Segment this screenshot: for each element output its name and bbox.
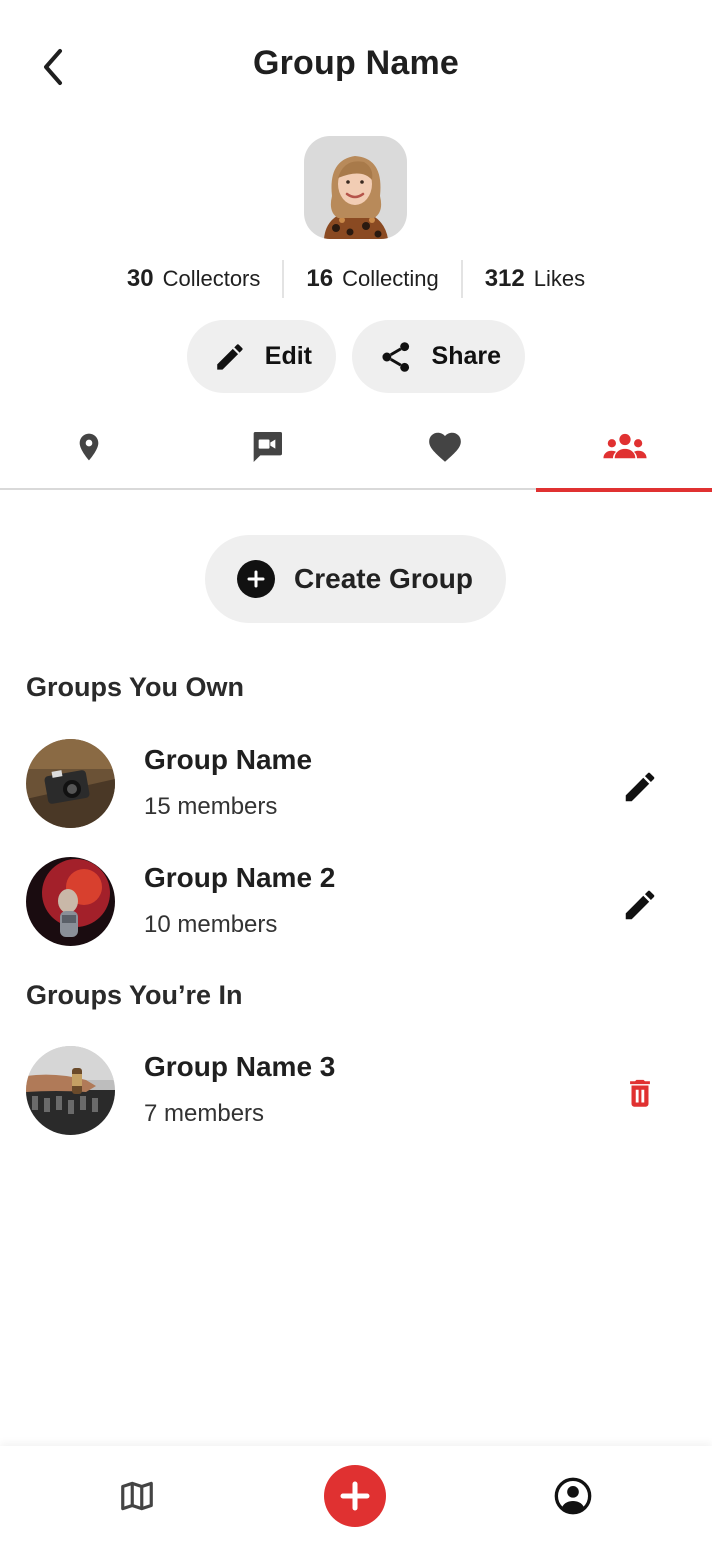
stat-value: 30 xyxy=(126,265,154,292)
group-row[interactable]: Group Name 3 7 members xyxy=(0,1046,712,1136)
stat-label: Collecting xyxy=(342,266,439,291)
group-name: Group Name 3 xyxy=(144,1051,336,1082)
plus-circle-icon xyxy=(237,560,275,598)
profile-stats: 30 Collectors 16 Collecting 312 Likes xyxy=(0,258,712,300)
group-thumbnail xyxy=(26,739,115,828)
group-row[interactable]: Group Name 15 members xyxy=(0,739,712,829)
create-group-label: Create Group xyxy=(294,563,473,594)
pencil-icon xyxy=(217,343,243,370)
group-row[interactable]: Group Name 2 10 members xyxy=(0,857,712,947)
share-button[interactable]: Share xyxy=(352,320,525,393)
header: Group Name xyxy=(0,0,712,132)
stat-label: Collectors xyxy=(162,266,261,291)
profile-tabs xyxy=(0,404,712,492)
group-members: 15 members xyxy=(144,793,278,820)
group-members: 10 members xyxy=(144,911,278,938)
section-title-own: Groups You Own xyxy=(26,672,245,702)
tab-videos[interactable] xyxy=(178,404,356,490)
avatar[interactable] xyxy=(304,136,407,239)
edit-label: Edit xyxy=(264,342,312,370)
location-pin-icon xyxy=(79,433,99,461)
stat-value: 16 xyxy=(306,265,334,292)
leave-group-button[interactable] xyxy=(616,1070,664,1118)
video-icon xyxy=(253,432,282,462)
pencil-icon xyxy=(625,890,655,920)
create-group-button[interactable]: Create Group xyxy=(205,535,506,623)
account-circle-icon xyxy=(554,1477,592,1515)
pencil-icon xyxy=(625,772,655,802)
nav-map[interactable] xyxy=(104,1446,170,1546)
heart-icon xyxy=(429,432,461,462)
trash-icon xyxy=(630,1079,650,1107)
add-fab xyxy=(324,1465,386,1527)
nav-add[interactable] xyxy=(324,1446,386,1546)
group-thumbnail xyxy=(26,857,115,946)
edit-button[interactable]: Edit xyxy=(187,320,336,393)
plus-icon xyxy=(340,1481,370,1511)
group-members: 7 members xyxy=(144,1100,265,1127)
edit-group-button[interactable] xyxy=(616,763,664,811)
page-title: Group Name xyxy=(252,44,460,82)
share-icon xyxy=(382,341,410,372)
stat-collectors[interactable]: 30 Collectors xyxy=(105,265,283,293)
stat-value: 312 xyxy=(484,265,525,292)
tab-favorites[interactable] xyxy=(356,404,534,490)
avatar-image xyxy=(304,136,407,239)
group-name: Group Name xyxy=(144,744,313,775)
stat-likes[interactable]: 312 Likes xyxy=(463,265,607,293)
share-label: Share xyxy=(431,342,501,370)
group-name: Group Name 2 xyxy=(144,862,336,893)
profile-actions: Edit Share xyxy=(0,320,712,393)
tab-locations[interactable] xyxy=(0,404,178,490)
section-title-in: Groups You’re In xyxy=(26,980,243,1010)
groups-icon xyxy=(603,433,647,459)
group-thumbnail xyxy=(26,1046,115,1135)
bottom-nav xyxy=(0,1446,712,1546)
nav-profile[interactable] xyxy=(540,1446,606,1546)
stat-label: Likes xyxy=(533,266,586,291)
tab-groups[interactable] xyxy=(536,404,712,492)
edit-group-button[interactable] xyxy=(616,881,664,929)
stat-collecting[interactable]: 16 Collecting xyxy=(284,265,460,293)
map-icon xyxy=(121,1481,153,1511)
